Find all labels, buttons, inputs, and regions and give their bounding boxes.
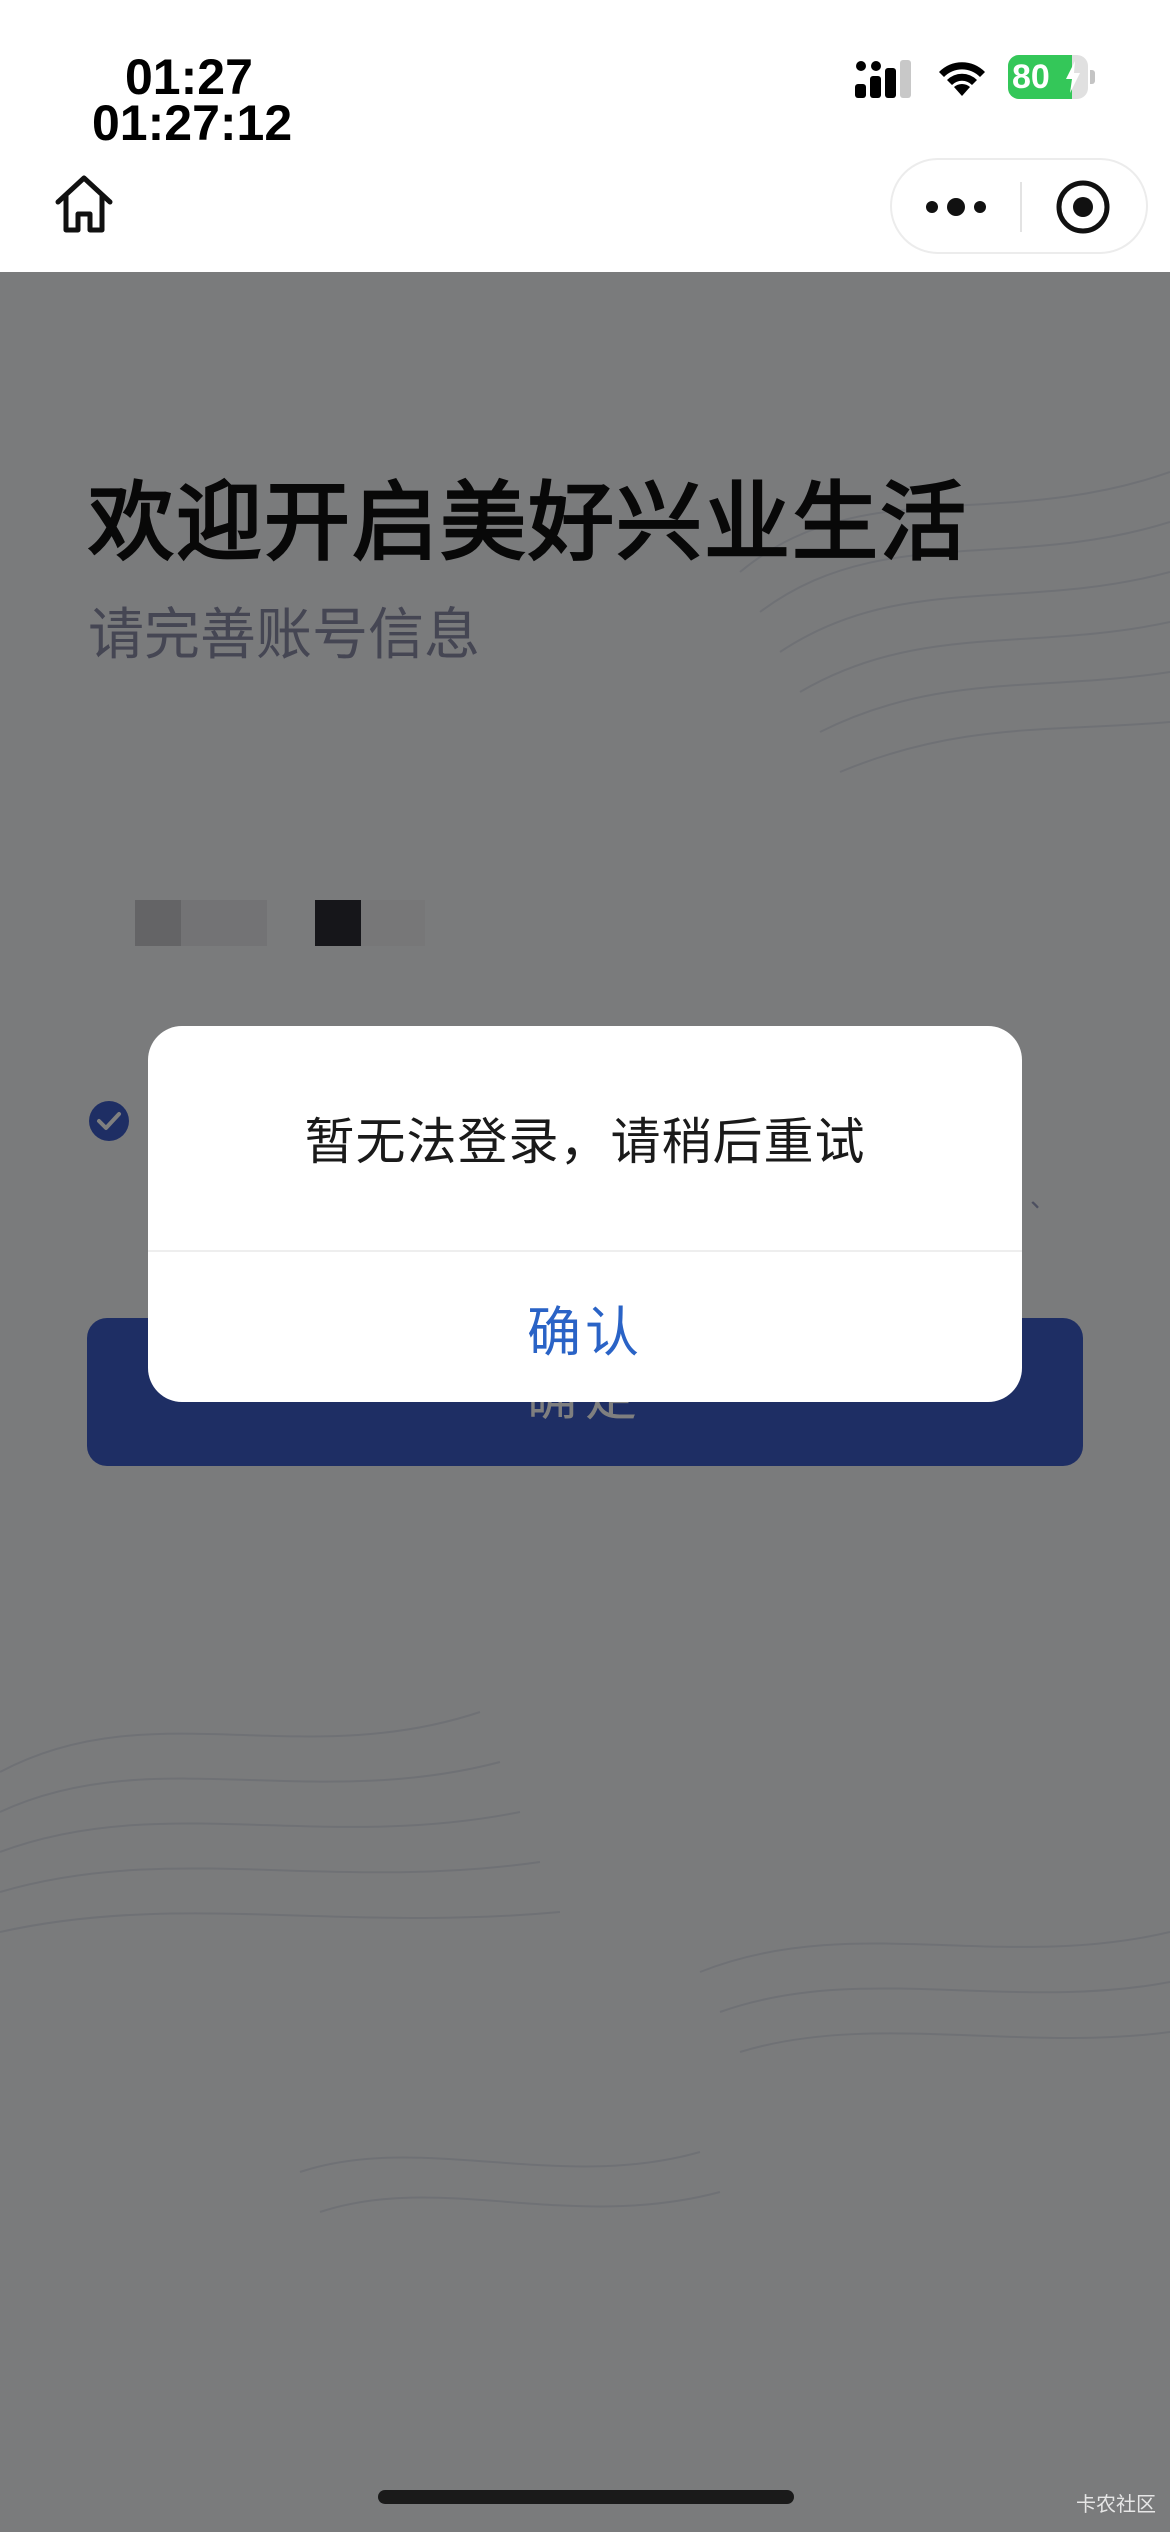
battery-tip bbox=[1090, 70, 1095, 84]
cellular-signal-icon bbox=[855, 60, 911, 98]
modal-backdrop bbox=[0, 272, 1170, 2532]
alert-dialog: 暂无法登录，请稍后重试 确认 bbox=[148, 1026, 1022, 1402]
home-icon[interactable] bbox=[50, 170, 118, 238]
more-dots-icon[interactable] bbox=[920, 178, 992, 236]
home-indicator[interactable] bbox=[378, 2490, 794, 2504]
battery-percent: 80 bbox=[1012, 58, 1050, 96]
battery-indicator: 80 bbox=[1008, 55, 1095, 99]
status-time-seconds: 01:27:12 bbox=[92, 95, 293, 151]
charging-bolt-icon bbox=[1066, 61, 1080, 93]
status-bar: 01:27 01:27:12 80 bbox=[0, 0, 1170, 254]
mini-program-capsule bbox=[890, 158, 1148, 254]
dialog-message: 暂无法登录，请稍后重试 bbox=[304, 1113, 866, 1171]
battery-body: 80 bbox=[1008, 55, 1088, 99]
capsule-divider bbox=[1020, 182, 1022, 232]
watermark: 卡农社区 bbox=[1076, 2492, 1156, 2516]
target-close-icon[interactable] bbox=[1054, 178, 1112, 236]
dialog-confirm-button[interactable]: 确认 bbox=[148, 1252, 1022, 1402]
wifi-icon bbox=[939, 62, 985, 96]
